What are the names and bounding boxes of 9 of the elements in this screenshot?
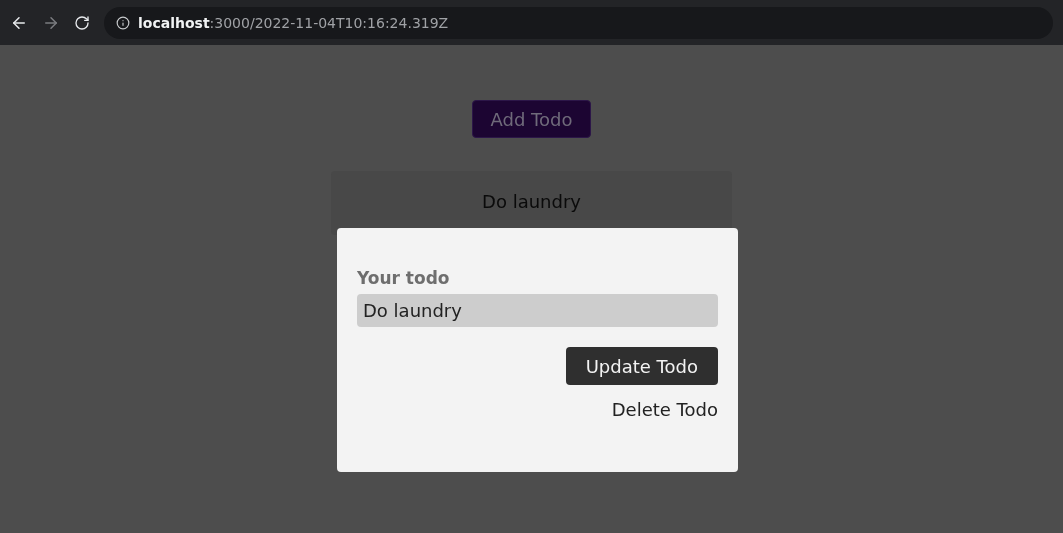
todo-label: Your todo <box>357 268 451 288</box>
address-bar[interactable]: localhost:3000/2022-11-04T10:16:24.319Z <box>104 6 1053 39</box>
url-text: localhost:3000/2022-11-04T10:16:24.319Z <box>138 14 449 31</box>
todo-input[interactable]: Do laundry <box>357 294 718 327</box>
info-icon[interactable] <box>116 15 130 30</box>
add-todo-button[interactable]: Add Todo <box>471 100 592 138</box>
update-todo-button[interactable]: Update Todo <box>565 347 718 385</box>
delete-todo-link[interactable]: Delete Todo <box>611 399 718 420</box>
reload-icon[interactable] <box>74 14 90 31</box>
